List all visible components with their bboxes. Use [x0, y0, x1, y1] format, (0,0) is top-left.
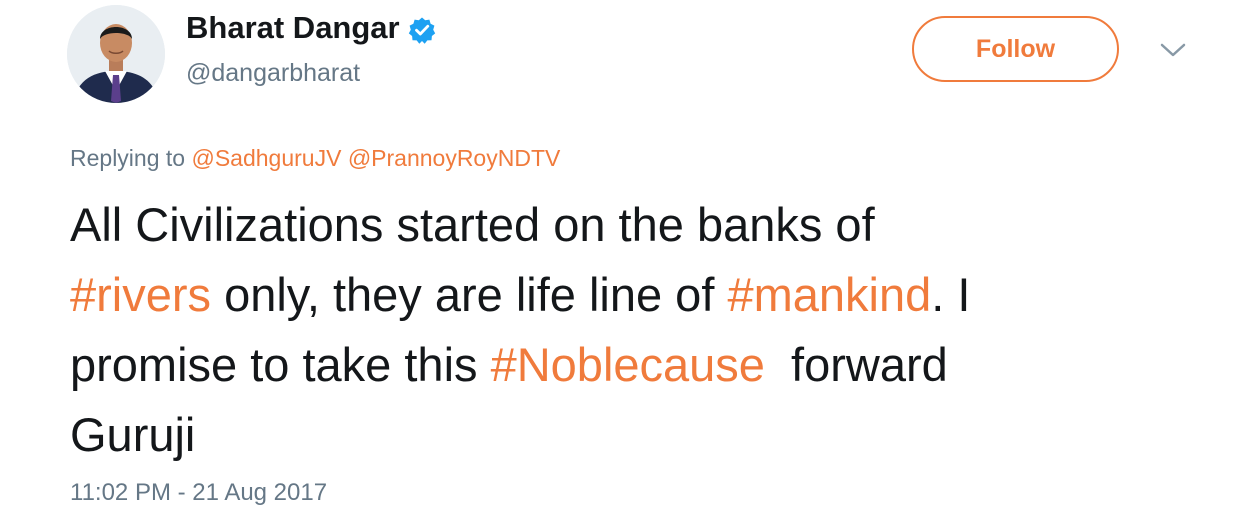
- hashtag-rivers[interactable]: #rivers: [70, 268, 211, 321]
- mention-link-prannoy[interactable]: @PrannoyRoyNDTV: [348, 145, 561, 171]
- tweet-text: All Civilizations started on the banks o…: [70, 190, 1180, 470]
- follow-button[interactable]: Follow: [912, 16, 1119, 82]
- tweet-line-2-text: only, they are life line of: [211, 268, 728, 321]
- mention-link-sadhguru[interactable]: @SadhguruJV: [191, 145, 341, 171]
- verified-badge-icon: [408, 14, 436, 44]
- profile-photo: [67, 5, 165, 103]
- replying-to: Replying to @SadhguruJV @PrannoyRoyNDTV: [70, 141, 560, 175]
- tweet-line-2-end: . I: [931, 268, 971, 321]
- avatar[interactable]: [67, 5, 165, 103]
- replying-to-label: Replying to: [70, 145, 186, 171]
- display-name-text[interactable]: Bharat Dangar: [186, 8, 400, 48]
- tweet-timestamp[interactable]: 11:02 PM - 21 Aug 2017: [70, 476, 327, 510]
- display-name[interactable]: Bharat Dangar: [186, 8, 436, 48]
- author-handle[interactable]: @dangarbharat: [186, 56, 360, 90]
- tweet-line-3-end: forward: [764, 338, 948, 391]
- tweet-line-4: Guruji: [70, 408, 196, 461]
- chevron-down-icon[interactable]: [1158, 40, 1188, 60]
- follow-button-label: Follow: [975, 34, 1056, 63]
- hashtag-noblecause[interactable]: #Noblecause: [491, 338, 765, 391]
- tweet-line-1: All Civilizations started on the banks o…: [70, 198, 875, 251]
- tweet-line-3-text: promise to take this: [70, 338, 491, 391]
- hashtag-mankind[interactable]: #mankind: [727, 268, 931, 321]
